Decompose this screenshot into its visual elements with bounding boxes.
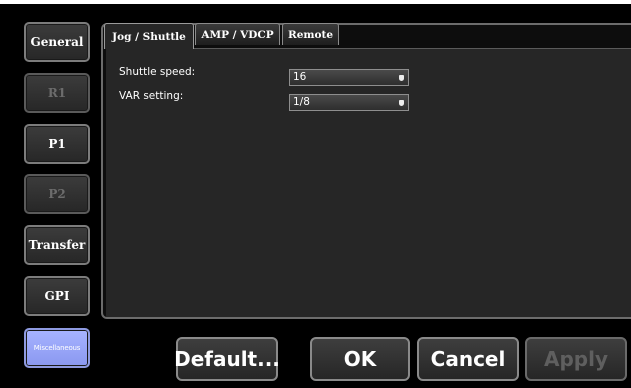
sidebar-item-label: Transfer [28,238,86,252]
shuttle-speed-select[interactable]: 16 [289,69,409,86]
tab-remote[interactable]: Remote [282,23,339,45]
dropdown-arrow-icon [399,75,404,81]
sidebar-item-r1[interactable]: R1 [24,73,90,113]
sidebar-item-transfer[interactable]: Transfer [24,225,90,265]
sidebar-item-gpi[interactable]: GPI [24,276,90,316]
dropdown-arrow-icon [399,100,404,106]
sidebar-item-general[interactable]: General [24,22,90,62]
sidebar-item-p2[interactable]: P2 [24,174,90,214]
tab-content-jog-shuttle [106,48,631,317]
tab-label: Jog / Shuttle [112,30,186,43]
sidebar-item-label: General [30,35,84,49]
tab-amp-vdcp[interactable]: AMP / VDCP [195,23,280,45]
sidebar-item-label: P1 [48,137,66,151]
shuttle-speed-label: Shuttle speed: [119,66,196,78]
default-button[interactable]: Default... [174,337,280,381]
sidebar-item-p1[interactable]: P1 [24,124,90,164]
var-setting-select[interactable]: 1/8 [289,94,409,111]
apply-button[interactable]: Apply [525,337,627,381]
sidebar-item-label: GPI [44,289,70,303]
sidebar-item-miscellaneous[interactable]: Miscellaneous [24,328,90,368]
cancel-button[interactable]: Cancel [417,337,519,381]
shuttle-speed-value: 16 [293,71,307,83]
dialog-screen: General R1 P1 P2 Transfer GPI Miscellane… [0,0,631,388]
sidebar-item-label: R1 [47,86,67,100]
tab-label: Remote [287,28,334,41]
sidebar-item-label: Miscellaneous [33,344,81,352]
sidebar-item-label: P2 [48,187,66,201]
var-setting-label: VAR setting: [119,90,184,102]
var-setting-value: 1/8 [293,96,310,108]
tab-label: AMP / VDCP [201,28,274,41]
tab-jog-shuttle[interactable]: Jog / Shuttle [104,23,194,49]
ok-button[interactable]: OK [310,337,410,381]
